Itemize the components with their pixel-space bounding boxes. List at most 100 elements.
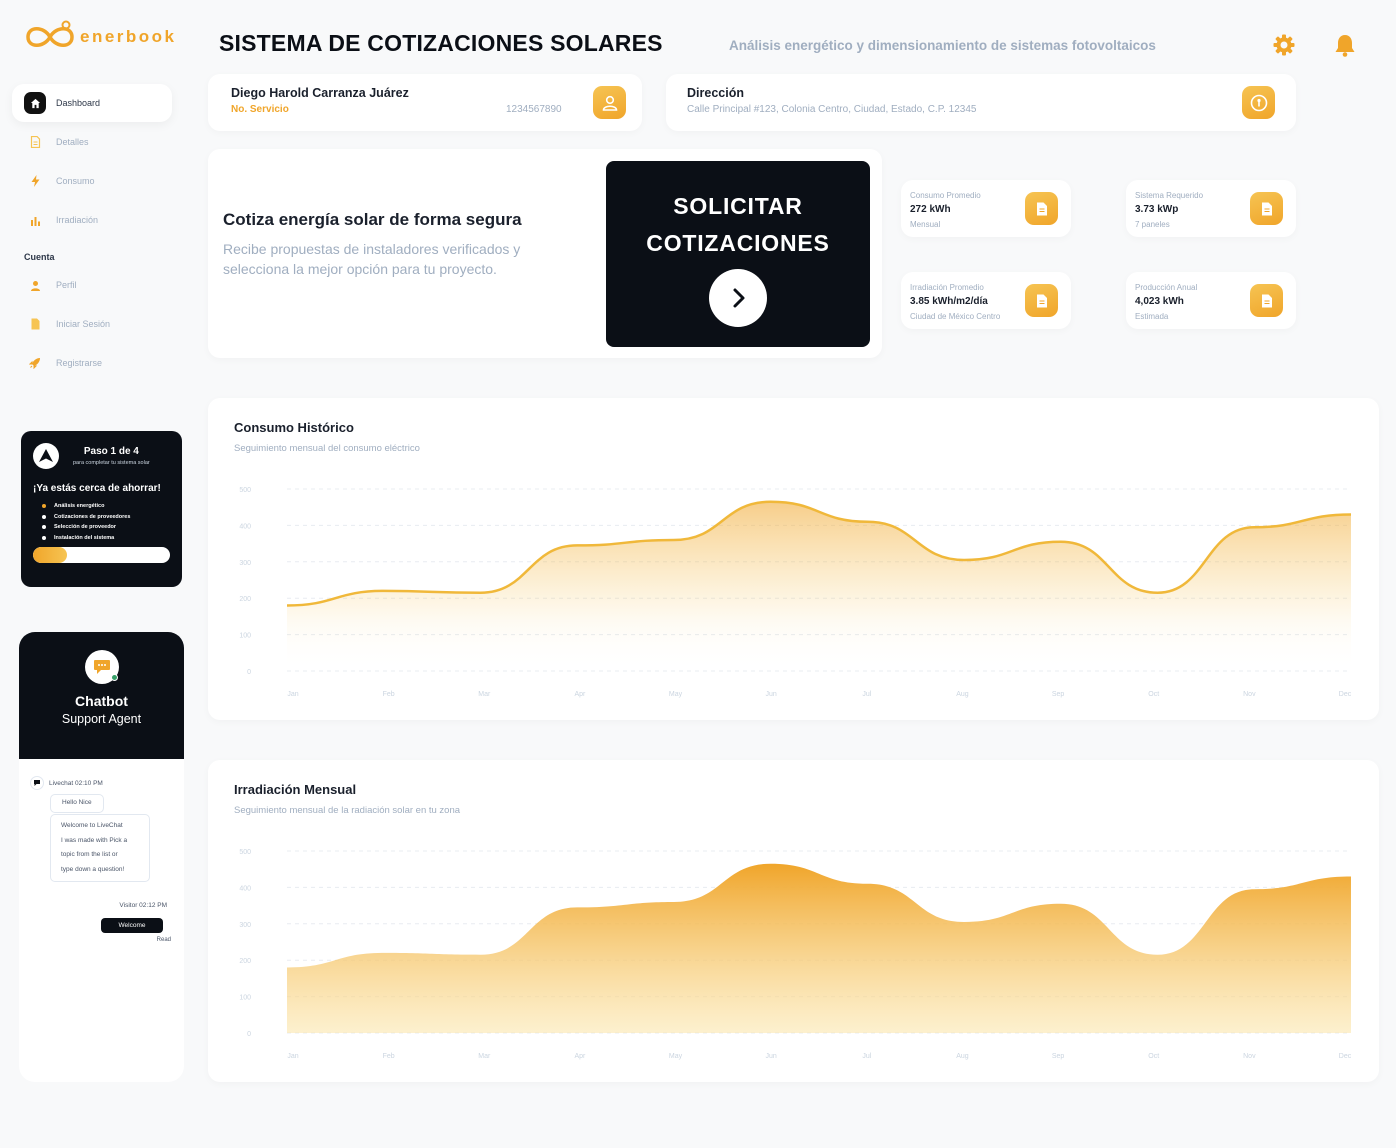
x-tick-label: Jul xyxy=(862,1053,871,1060)
location-key-icon[interactable] xyxy=(1242,86,1275,119)
document-icon xyxy=(1250,284,1283,317)
consumption-area-chart: 0 100 200 300 400 500 Jan Feb Mar Apr May Jun Jul Aug… xyxy=(239,487,1352,698)
y-tick-label: 100 xyxy=(239,633,251,640)
chatbot-role: Support Agent xyxy=(61,712,142,726)
request-quotes-button[interactable]: SOLICITAR COTIZACIONES xyxy=(606,161,870,347)
stat-value: 272 kWh xyxy=(910,204,951,215)
stat-sub: Mensual xyxy=(910,220,941,229)
x-tick-label: Nov xyxy=(1243,691,1256,698)
home-icon xyxy=(24,92,46,114)
progress-step-sub: para completar tu sistema solar xyxy=(73,460,150,466)
sidebar-item-perfil[interactable]: Perfil xyxy=(12,266,172,304)
page-title: SISTEMA DE COTIZACIONES SOLARES xyxy=(219,30,663,56)
read-receipt: Read xyxy=(156,937,171,943)
visitor-meta: Visitor 02:12 PM xyxy=(119,902,167,909)
service-number: 1234567890 xyxy=(506,104,562,115)
sidebar-item-label: Detalles xyxy=(56,137,89,147)
bolt-icon xyxy=(24,170,46,192)
agent-avatar-icon xyxy=(30,776,44,790)
x-tick-label: Sep xyxy=(1052,1053,1065,1060)
y-tick-label: 200 xyxy=(239,596,251,603)
y-tick-label: 500 xyxy=(239,487,251,494)
brand-logo[interactable]: enerbook xyxy=(26,20,177,54)
promo-text: Recibe propuestas de instaladores verifi… xyxy=(223,241,521,277)
brand-mark-icon xyxy=(33,443,59,469)
brand-name: enerbook xyxy=(80,27,177,46)
progress-steps: Análisis energético Cotizaciones de prov… xyxy=(33,503,170,541)
online-status-dot xyxy=(110,674,118,681)
address-card: Dirección Calle Principal #123, Colonia … xyxy=(666,74,1296,131)
x-tick-label: Jun xyxy=(766,1053,777,1060)
y-tick-label: 100 xyxy=(239,995,251,1002)
x-tick-label: May xyxy=(669,691,683,698)
sidebar-item-consumo[interactable]: Consumo xyxy=(12,162,172,200)
cta-line-2: COTIZACIONES xyxy=(646,230,830,256)
user-profile-icon[interactable] xyxy=(593,86,626,119)
sidebar-item-label: Consumo xyxy=(56,176,95,186)
chat-message-welcome: Welcome to LiveChat I was made with Pick… xyxy=(50,814,150,882)
sidebar-item-label: Dashboard xyxy=(56,98,101,108)
document-icon xyxy=(1250,192,1283,225)
chat-message-line: I was made with Pick a xyxy=(61,836,128,844)
x-tick-label: Oct xyxy=(1148,691,1159,698)
person-icon xyxy=(24,274,46,296)
progress-step-label: Selección de proveedor xyxy=(54,524,117,530)
promo-title: Cotiza energía solar de forma segura xyxy=(223,210,522,229)
sidebar-item-irradiacion[interactable]: Irradiación xyxy=(12,201,172,239)
x-tick-label: Apr xyxy=(574,1053,586,1060)
notification-bell-icon[interactable] xyxy=(1334,33,1356,62)
progress-step: Paso 1 de 4 xyxy=(83,446,139,457)
sidebar-item-label: Iniciar Sesión xyxy=(56,319,111,329)
stat-sub: Ciudad de México Centro xyxy=(910,312,1001,321)
settings-gear-icon[interactable] xyxy=(1272,33,1296,62)
agent-meta-row: Livechat 02:10 PM xyxy=(30,776,103,790)
y-tick-label: 400 xyxy=(239,523,251,530)
stat-label: Producción Anual xyxy=(1135,283,1198,292)
stat-label: Irradiación Promedio xyxy=(910,283,984,292)
service-label: No. Servicio xyxy=(231,104,289,115)
x-tick-label: Aug xyxy=(956,691,969,698)
progress-step-item: Selección de proveedor xyxy=(42,524,170,530)
x-tick-label: Nov xyxy=(1243,1053,1256,1060)
y-tick-label: 300 xyxy=(239,922,251,929)
chat-message-line: Welcome to LiveChat xyxy=(61,822,123,829)
progress-step-item: Instalación del sistema xyxy=(42,535,170,541)
page-subtitle: Análisis energético y dimensionamiento d… xyxy=(729,38,1156,53)
x-tick-label: Jul xyxy=(862,691,871,698)
x-tick-label: Jan xyxy=(287,1053,298,1060)
x-tick-label: Dec xyxy=(1339,691,1352,698)
sidebar-item-label: Registrarse xyxy=(56,358,103,368)
promo-card: Cotiza energía solar de forma segura Rec… xyxy=(208,149,882,358)
document-icon xyxy=(24,313,46,335)
chat-message-line: type down a question! xyxy=(61,865,125,873)
step-dot-icon xyxy=(42,504,46,508)
progress-bar-fill xyxy=(33,546,68,563)
sidebar-item-iniciar-sesion[interactable]: Iniciar Sesión xyxy=(12,305,172,343)
consumption-chart-card: Consumo Histórico Seguimiento mensual de… xyxy=(208,398,1379,720)
x-tick-label: Mar xyxy=(478,1053,491,1060)
account-section-title: Cuenta xyxy=(24,252,55,262)
sidebar-item-dashboard[interactable]: Dashboard xyxy=(12,84,172,122)
chat-bubble-icon xyxy=(93,660,110,674)
stat-sub: 7 paneles xyxy=(1135,220,1170,229)
stat-value: 4,023 kWh xyxy=(1135,296,1184,307)
progress-step-item: Cotizaciones de proveedores xyxy=(42,514,170,520)
stat-sub: Estimada xyxy=(1135,312,1169,321)
sidebar-item-label: Perfil xyxy=(56,280,77,290)
sidebar-item-detalles[interactable]: Detalles xyxy=(12,123,172,161)
user-card: Diego Harold Carranza Juárez No. Servici… xyxy=(208,74,642,131)
y-tick-label: 0 xyxy=(247,1031,251,1038)
x-tick-label: Apr xyxy=(574,691,586,698)
sidebar-item-registrarse[interactable]: Registrarse xyxy=(12,344,172,382)
stat-card-consumo: Consumo Promedio 272 kWh Mensual xyxy=(901,180,1071,237)
area-fill xyxy=(287,501,1351,671)
x-tick-label: Jan xyxy=(287,691,298,698)
progress-bar xyxy=(33,546,170,563)
x-tick-label: Aug xyxy=(956,1053,969,1060)
user-name: Diego Harold Carranza Juárez xyxy=(231,86,409,100)
y-tick-label: 500 xyxy=(239,849,251,856)
stat-label: Consumo Promedio xyxy=(910,191,981,200)
x-tick-label: Sep xyxy=(1052,691,1065,698)
stat-card-sistema: Sistema Requerido 3.73 kWp 7 paneles xyxy=(1126,180,1296,237)
chat-message-line: topic from the list or xyxy=(61,851,118,858)
